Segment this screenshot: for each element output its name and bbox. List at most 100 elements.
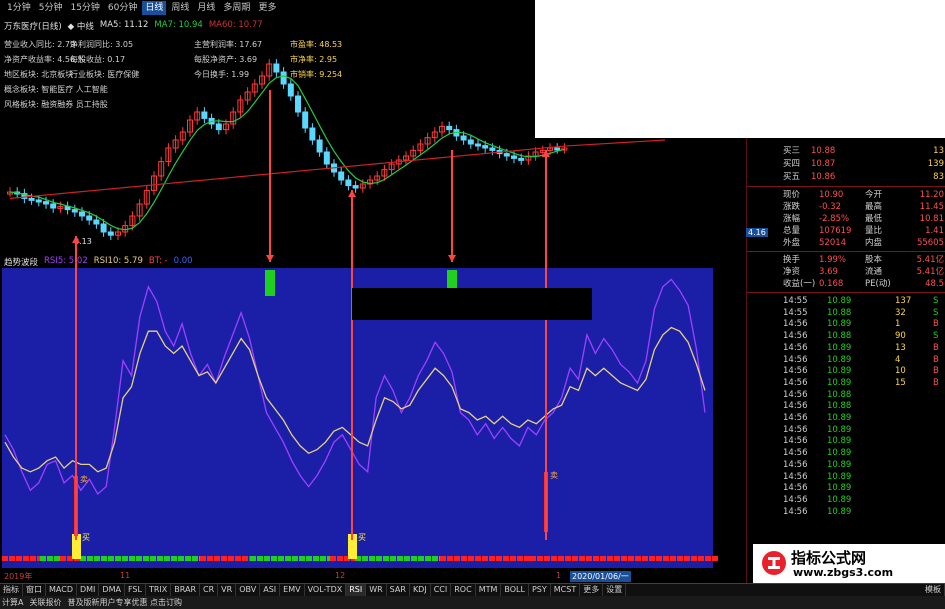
tick-row: 14:56 10.89 <box>747 460 945 471</box>
tab-17[interactable]: KDJ <box>410 584 431 596</box>
tab-16[interactable]: SAR <box>387 584 410 596</box>
tab-2[interactable]: MACD <box>46 584 77 596</box>
status-item-0[interactable]: 计算A <box>2 597 23 608</box>
stat-l1: 总量 <box>783 226 801 236</box>
tab-5[interactable]: FSL <box>125 584 146 596</box>
tick-p: 10.89 <box>827 424 852 435</box>
status-item-2[interactable]: 普及版新用户专享优惠 点击订购 <box>67 597 182 608</box>
tab-4[interactable]: DMA <box>99 584 125 596</box>
candle-body <box>503 153 510 157</box>
fund-cell: 地区板块: 北京板块 <box>4 70 74 79</box>
state-cell <box>517 556 523 561</box>
quote-panel: 买三 10.88 13 买四 10.87 139 买五 10.86 83 现价 10.90 今开 11.… <box>746 138 945 598</box>
tick-v: 1 <box>895 319 901 330</box>
state-cell <box>524 556 530 561</box>
state-cell <box>2 556 8 561</box>
tick-p: 10.89 <box>827 366 852 377</box>
tick-row: 14:56 10.89 <box>747 507 945 518</box>
ask-volume: 83 <box>933 172 944 182</box>
date-label: 2019年 <box>4 572 33 581</box>
tick-t: 14:56 <box>783 342 808 353</box>
state-cell <box>432 556 438 561</box>
tab-25[interactable]: 设置 <box>603 584 627 596</box>
stat-v1: -0.32 <box>819 202 841 212</box>
state-cell <box>677 556 683 561</box>
tab-15[interactable]: WR <box>366 584 387 596</box>
state-cell <box>698 556 704 561</box>
stat-l1: 涨跌 <box>783 202 801 212</box>
date-label: 12 <box>335 571 346 580</box>
tab-13[interactable]: VOL-TDX <box>305 584 347 596</box>
stat-v2: 5.41亿 <box>916 255 944 265</box>
state-cell <box>369 556 375 561</box>
stat-l2: 内盘 <box>865 238 883 248</box>
candle-body <box>295 95 301 113</box>
tick-t: 14:56 <box>783 494 808 505</box>
state-cell <box>40 556 46 561</box>
tab-23[interactable]: MCST <box>551 584 581 596</box>
date-label: 11 <box>120 571 131 580</box>
state-cell <box>397 556 403 561</box>
tab-24[interactable]: 更多 <box>580 584 604 596</box>
tick-row: 14:56 10.89 15 B <box>747 378 945 389</box>
tab-11[interactable]: ASI <box>260 584 281 596</box>
stat-l1: 收益(一) <box>783 279 816 289</box>
tab-3[interactable]: DMI <box>77 584 100 596</box>
state-cell <box>558 556 564 561</box>
state-cell <box>242 556 248 561</box>
redaction-box <box>352 288 592 320</box>
tick-row: 14:56 10.89 <box>747 483 945 494</box>
tick-t: 14:56 <box>783 459 808 470</box>
ask-price: 10.87 <box>811 159 836 169</box>
tab-9[interactable]: VR <box>218 584 237 596</box>
tab-21[interactable]: BOLL <box>501 584 529 596</box>
tick-p: 10.88 <box>827 401 852 412</box>
status-item-1[interactable]: 关联报价 <box>29 597 61 608</box>
tab-0[interactable]: 指标 <box>0 584 23 596</box>
stat-v2: 10.81 <box>919 214 944 224</box>
tick-v: 137 <box>895 296 912 306</box>
template-tab[interactable]: 模板 <box>922 584 945 596</box>
signal-arrow-head <box>266 255 274 262</box>
candle-body <box>93 219 100 225</box>
ask-price: 10.86 <box>811 172 836 182</box>
tab-22[interactable]: PSY <box>529 584 551 596</box>
tab-19[interactable]: ROC <box>451 584 476 596</box>
tab-18[interactable]: CCI <box>431 584 452 596</box>
buy-signal-label: 买 <box>358 533 366 542</box>
candle-body <box>518 157 525 161</box>
state-cell <box>447 556 453 561</box>
tab-7[interactable]: BRAR <box>171 584 201 596</box>
state-cell <box>108 556 114 561</box>
tab-1[interactable]: 窗口 <box>23 584 46 596</box>
state-cell <box>157 556 163 561</box>
state-cell <box>579 556 585 561</box>
state-cell <box>60 556 66 561</box>
ask-label: 买三 <box>783 146 801 156</box>
state-cell <box>593 556 599 561</box>
tab-6[interactable]: TRIX <box>146 584 172 596</box>
tab-14[interactable]: RSI <box>346 584 367 596</box>
state-cell <box>221 556 227 561</box>
stat-v1: 52014 <box>819 238 847 248</box>
state-cell <box>299 556 305 561</box>
tab-12[interactable]: EMV <box>280 584 305 596</box>
stat-v1: 3.69 <box>819 267 838 277</box>
state-cell <box>257 556 263 561</box>
stat-l1: 现价 <box>783 190 801 200</box>
state-cell <box>30 556 36 561</box>
tick-p: 10.89 <box>827 494 852 505</box>
state-cell <box>503 556 509 561</box>
stat-row: 净资 3.69 流通 5.41亿 <box>747 267 945 278</box>
tab-8[interactable]: CR <box>200 584 219 596</box>
stat-row: 总量 107619 量比 1.41 <box>747 226 945 237</box>
candle-body <box>201 111 208 119</box>
ask-label: 买五 <box>783 172 801 182</box>
candle-body <box>554 147 561 151</box>
state-cell <box>510 556 516 561</box>
tab-20[interactable]: MTM <box>476 584 502 596</box>
tick-p: 10.89 <box>827 436 852 447</box>
side-tab[interactable]: 4.16 <box>746 228 768 237</box>
candle-body <box>489 147 496 151</box>
tab-10[interactable]: OBV <box>236 584 261 596</box>
